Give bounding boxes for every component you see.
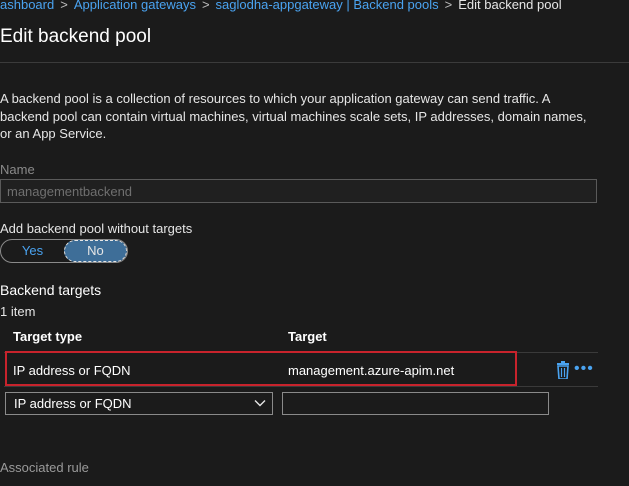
target-type-select-value: IP address or FQDN: [14, 396, 132, 411]
backend-targets-title: Backend targets: [0, 282, 102, 298]
toggle-option-no[interactable]: No: [63, 240, 127, 262]
breadcrumb: ashboard > Application gateways > saglodha-a…: [0, 0, 562, 12]
page-title: Edit backend pool: [0, 26, 152, 47]
trash-icon[interactable]: [556, 361, 570, 379]
breadcrumb-dashboard[interactable]: ashboard: [0, 0, 54, 12]
page-description: A backend pool is a collection of resour…: [0, 91, 587, 141]
item-count: 1 item: [0, 304, 36, 319]
breadcrumb-backend-pools[interactable]: saglodha-appgateway | Backend pools: [216, 0, 439, 12]
breadcrumb-current: Edit backend pool: [458, 0, 562, 12]
no-targets-toggle[interactable]: Yes No: [0, 239, 128, 263]
highlight-box: [5, 351, 517, 386]
breadcrumb-separator: >: [444, 0, 453, 12]
breadcrumb-application-gateways[interactable]: Application gateways: [74, 0, 196, 12]
no-targets-label: Add backend pool without targets: [0, 221, 193, 236]
name-field[interactable]: [0, 179, 597, 203]
column-header-target-type: Target type: [13, 329, 83, 344]
breadcrumb-separator: >: [201, 0, 210, 12]
breadcrumb-separator: >: [60, 0, 68, 12]
target-input[interactable]: [282, 392, 549, 415]
chevron-down-icon: [254, 400, 266, 407]
table-divider: [4, 386, 598, 387]
column-header-target: Target: [288, 329, 327, 344]
name-label: Name: [0, 162, 35, 177]
title-divider: [0, 62, 629, 63]
more-icon[interactable]: •••: [574, 360, 594, 378]
toggle-option-yes[interactable]: Yes: [1, 240, 64, 262]
associated-rule-label: Associated rule: [0, 460, 89, 475]
target-type-select[interactable]: IP address or FQDN: [5, 392, 273, 415]
